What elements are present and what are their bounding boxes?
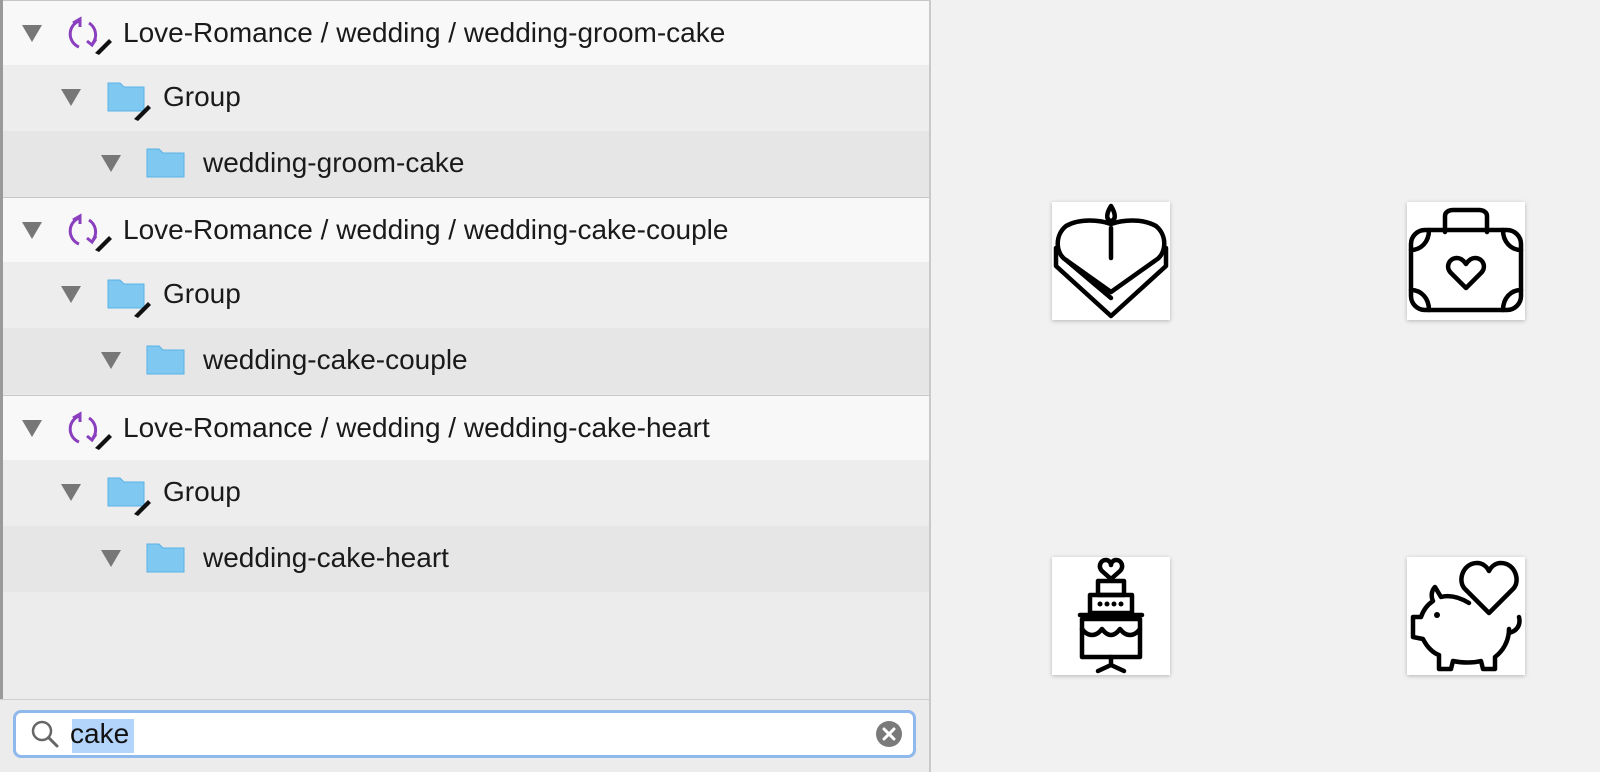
- symbol-path-label: Love-Romance / wedding / wedding-groom-c…: [123, 17, 726, 48]
- artboard-label: wedding-groom-cake: [203, 147, 465, 178]
- layer-row-symbol[interactable]: Love-Romance / wedding / wedding-cake-he…: [3, 395, 929, 461]
- symbol-sync-icon: [68, 213, 112, 252]
- disclosure-triangle-icon[interactable]: [22, 222, 42, 239]
- heart-suitcase-icon: [1408, 207, 1524, 313]
- heart-cake-icon: [1053, 203, 1169, 319]
- canvas-area[interactable]: [931, 0, 1600, 772]
- artboard-label: wedding-cake-heart: [203, 542, 449, 573]
- disclosure-triangle-icon[interactable]: [101, 155, 121, 172]
- disclosure-triangle-icon[interactable]: [22, 420, 42, 437]
- tiered-cake-icon: [1077, 557, 1145, 674]
- layer-row-symbol[interactable]: Love-Romance / wedding / wedding-cake-co…: [3, 197, 929, 263]
- symbol-sync-icon: [68, 16, 112, 55]
- search-input[interactable]: [70, 716, 850, 752]
- symbol-sync-icon: [68, 411, 112, 450]
- group-label: Group: [163, 81, 241, 112]
- layer-row-group[interactable]: Group: [3, 262, 929, 328]
- disclosure-triangle-icon[interactable]: [101, 550, 121, 567]
- layer-row-group[interactable]: Group: [3, 65, 929, 131]
- disclosure-triangle-icon[interactable]: [101, 352, 121, 369]
- layer-row-group[interactable]: Group: [3, 460, 929, 526]
- disclosure-triangle-icon[interactable]: [22, 25, 42, 42]
- artboard-tile[interactable]: [1407, 557, 1525, 675]
- layer-row-artboard[interactable]: wedding-groom-cake: [3, 131, 929, 197]
- folder-icon: [107, 279, 151, 318]
- disclosure-triangle-icon[interactable]: [61, 286, 81, 303]
- layer-list-panel: Love-Romance / wedding / wedding-groom-c…: [0, 0, 931, 772]
- layer-row-artboard[interactable]: wedding-cake-couple: [3, 328, 929, 394]
- symbol-path-label: Love-Romance / wedding / wedding-cake-he…: [123, 412, 710, 443]
- artboard-label: wedding-cake-couple: [203, 344, 468, 375]
- folder-icon: [107, 477, 151, 516]
- search-icon: [31, 720, 59, 748]
- clear-icon[interactable]: [875, 720, 903, 748]
- folder-icon: [146, 148, 185, 178]
- folder-icon: [107, 82, 151, 121]
- group-label: Group: [163, 278, 241, 309]
- disclosure-triangle-icon[interactable]: [61, 484, 81, 501]
- disclosure-triangle-icon[interactable]: [61, 89, 81, 106]
- filter-bar: [0, 699, 929, 772]
- folder-icon: [146, 543, 185, 573]
- layer-row-symbol[interactable]: Love-Romance / wedding / wedding-groom-c…: [3, 0, 929, 66]
- symbol-path-label: Love-Romance / wedding / wedding-cake-co…: [123, 214, 729, 245]
- search-field[interactable]: [13, 710, 916, 758]
- piggy-bank-heart-icon: [1410, 560, 1522, 672]
- folder-icon: [146, 345, 185, 375]
- artboard-tile[interactable]: [1407, 202, 1525, 320]
- layer-row-artboard[interactable]: wedding-cake-heart: [3, 526, 929, 592]
- group-label: Group: [163, 476, 241, 507]
- artboard-tile[interactable]: [1052, 557, 1170, 675]
- artboard-tile[interactable]: [1052, 202, 1170, 320]
